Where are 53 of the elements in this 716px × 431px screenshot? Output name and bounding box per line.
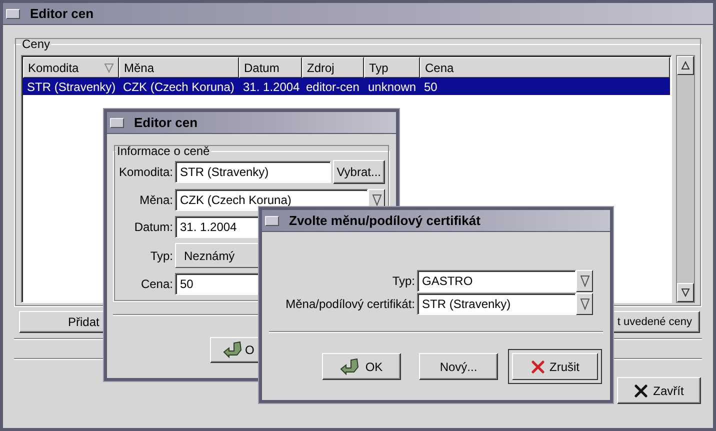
column-label: Cena	[425, 60, 454, 74]
column-header[interactable]: Typ	[364, 57, 420, 78]
column-label: Měna	[124, 60, 154, 74]
minimize-button[interactable]	[6, 8, 20, 18]
minimize-button[interactable]	[265, 216, 279, 226]
input-field[interactable]: STR (Stravenky)	[175, 161, 331, 183]
field-label: Typ:	[392, 274, 415, 288]
check-icon	[340, 358, 360, 376]
field-label: Měna:	[138, 193, 173, 207]
column-header[interactable]: Komodita	[23, 57, 119, 78]
combo-field[interactable]: GASTRO	[417, 270, 576, 292]
field-label: Cena:	[140, 277, 173, 291]
group-title: Informace o ceně	[116, 144, 211, 158]
field-label: Datum:	[133, 220, 173, 234]
column-header[interactable]: Cena	[420, 57, 670, 78]
column-label: Zdroj	[307, 60, 334, 74]
check-icon	[223, 341, 243, 359]
table-cell-text: unknown	[367, 80, 418, 94]
table-cell-text: CZK (Czech Koruna)	[122, 80, 236, 94]
combo-field[interactable]: STR (Stravenky)	[417, 293, 576, 315]
column-header[interactable]: Zdroj	[302, 57, 364, 78]
field-label: Komodita:	[118, 165, 173, 179]
table-row[interactable]: STR (Stravenky) CZK (Czech Koruna) 31. 1.2004 editor-cen unknown 50	[23, 78, 670, 95]
window-title: Editor cen	[134, 115, 198, 130]
group-title: Ceny	[21, 37, 52, 51]
field-label: Měna/podílový certifikát:	[286, 297, 415, 311]
scroll-down-icon[interactable]	[677, 283, 694, 302]
dropdown-button[interactable]	[576, 270, 593, 292]
ok-button[interactable]: OK	[322, 353, 401, 380]
cross-icon	[634, 384, 648, 398]
column-header[interactable]: Datum	[239, 57, 302, 78]
table-cell-text: STR (Stravenky)	[26, 80, 117, 94]
dropdown-arrow-icon	[372, 193, 382, 207]
dropdown-arrow-icon	[580, 274, 590, 288]
field-label: Typ:	[149, 248, 173, 262]
cross-icon	[530, 360, 544, 374]
column-header[interactable]: Měna	[119, 57, 239, 78]
dropdown-arrow-icon	[580, 297, 590, 311]
table-cell-text: editor-cen	[305, 80, 360, 94]
minimize-button[interactable]	[110, 118, 124, 128]
window-title: Zvolte měnu/podílový certifikát	[289, 213, 480, 228]
close-button[interactable]: Zavřít	[617, 377, 701, 404]
table-cell-text: 31. 1.2004	[242, 80, 301, 94]
dropdown-button[interactable]	[576, 293, 593, 315]
table-cell-text: 50	[423, 80, 438, 94]
select-button[interactable]: Vybrat...	[332, 160, 385, 184]
new-button[interactable]: Nový...	[419, 353, 498, 380]
scroll-up-icon[interactable]	[677, 56, 694, 75]
column-label: Komodita	[28, 60, 79, 74]
column-label: Datum	[244, 60, 280, 74]
scrollbar[interactable]	[676, 55, 695, 303]
window-title: Editor cen	[30, 6, 94, 21]
column-label: Typ	[369, 60, 388, 74]
